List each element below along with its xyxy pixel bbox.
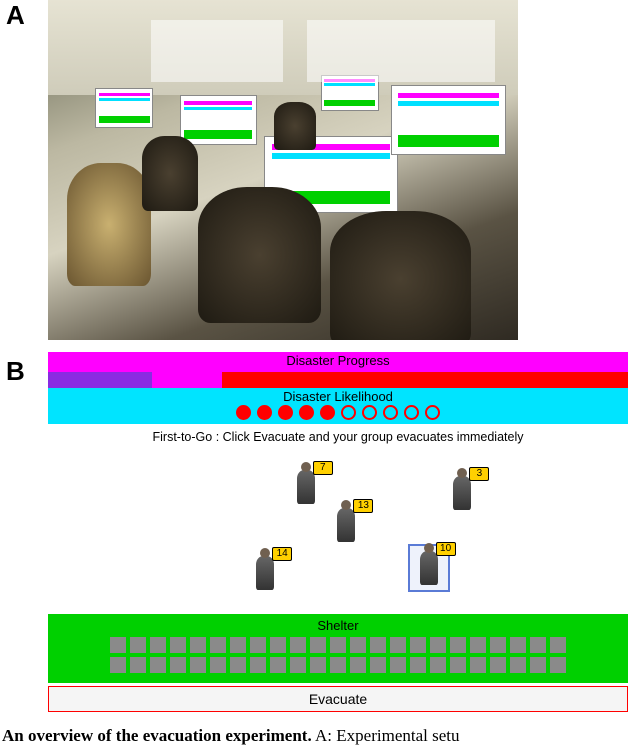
disaster-progress-bar: Disaster Progress [48,352,628,388]
disaster-progress-elapsed [48,372,152,388]
panel-a-label: A [6,0,25,31]
likelihood-dot [320,405,335,420]
shelter-slot [150,637,166,653]
shelter-slot [450,637,466,653]
shelter-slot [390,637,406,653]
evacuate-button[interactable]: Evacuate [48,686,628,712]
shelter-slot [110,637,126,653]
avatar-id-badge: 7 [313,461,333,475]
shelter-row [110,657,566,673]
shelter-slot [450,657,466,673]
panel-b-ui: Disaster Progress Disaster Likelihood Fi… [48,352,628,712]
avatar[interactable]: 10 [408,544,450,592]
shelter-slot [310,637,326,653]
likelihood-dot [362,405,377,420]
shelter-slot [530,637,546,653]
shelter-slot [350,657,366,673]
shelter-slot [410,657,426,673]
shelter-slot [330,637,346,653]
shelter-slot [290,637,306,653]
shelter-slot [370,637,386,653]
shelter-slot [170,657,186,673]
avatar-id-badge: 10 [436,542,456,556]
avatar-figure-icon [256,556,274,590]
disaster-likelihood-bar: Disaster Likelihood [48,388,628,424]
shelter-slot [550,657,566,673]
disaster-likelihood-dots [48,402,628,422]
avatar-figure-icon [297,470,315,504]
shelter-area: Shelter [48,614,628,683]
shelter-slot [470,637,486,653]
shelter-slot [230,657,246,673]
shelter-slot [410,637,426,653]
shelter-slot [350,637,366,653]
disaster-progress-danger [222,372,628,388]
shelter-slot [110,657,126,673]
shelter-slot [370,657,386,673]
shelter-slot [190,657,206,673]
shelter-slot [250,657,266,673]
shelter-slot [530,657,546,673]
avatar[interactable]: 3 [442,470,482,516]
avatar-id-badge: 13 [353,499,373,513]
likelihood-dot [341,405,356,420]
panel-b-label: B [6,356,25,387]
avatar[interactable]: 7 [286,464,326,510]
shelter-slot [330,657,346,673]
avatar-figure-icon [420,551,438,585]
avatar-arena: 71331410 [48,454,628,614]
shelter-slot [290,657,306,673]
avatar-figure-icon [453,476,471,510]
avatar[interactable]: 13 [326,502,366,548]
shelter-slot [510,657,526,673]
shelter-slot [210,637,226,653]
shelter-slot [150,657,166,673]
likelihood-dot [299,405,314,420]
avatar-id-badge: 14 [272,547,292,561]
likelihood-dot [383,405,398,420]
shelter-slot [270,637,286,653]
avatar-figure-icon [337,508,355,542]
shelter-slot [390,657,406,673]
shelter-slot [270,657,286,673]
shelter-slot [550,637,566,653]
caption-rest: A: Experimental setu [312,726,460,745]
shelter-slot [130,657,146,673]
shelter-slot [510,637,526,653]
shelter-slot [210,657,226,673]
panel-a-photo [48,0,518,340]
likelihood-dot [236,405,251,420]
shelter-slot [430,657,446,673]
likelihood-dot [257,405,272,420]
shelter-slot [490,657,506,673]
instruction-text: First-to-Go : Click Evacuate and your gr… [48,430,628,444]
likelihood-dot [278,405,293,420]
shelter-slot [250,637,266,653]
avatar-id-badge: 3 [469,467,489,481]
shelter-row [110,637,566,653]
caption-bold: An overview of the evacuation experiment… [2,726,312,745]
avatar[interactable]: 14 [245,550,285,596]
likelihood-dot [425,405,440,420]
shelter-slot [470,657,486,673]
likelihood-dot [404,405,419,420]
shelter-slot [130,637,146,653]
figure-caption: An overview of the evacuation experiment… [2,726,634,746]
shelter-label: Shelter [56,618,620,633]
shelter-slot [310,657,326,673]
disaster-progress-label: Disaster Progress [48,353,628,368]
shelter-slot [490,637,506,653]
shelter-slot [230,637,246,653]
shelter-slot [430,637,446,653]
shelter-grid [56,637,620,673]
shelter-slot [190,637,206,653]
shelter-slot [170,637,186,653]
